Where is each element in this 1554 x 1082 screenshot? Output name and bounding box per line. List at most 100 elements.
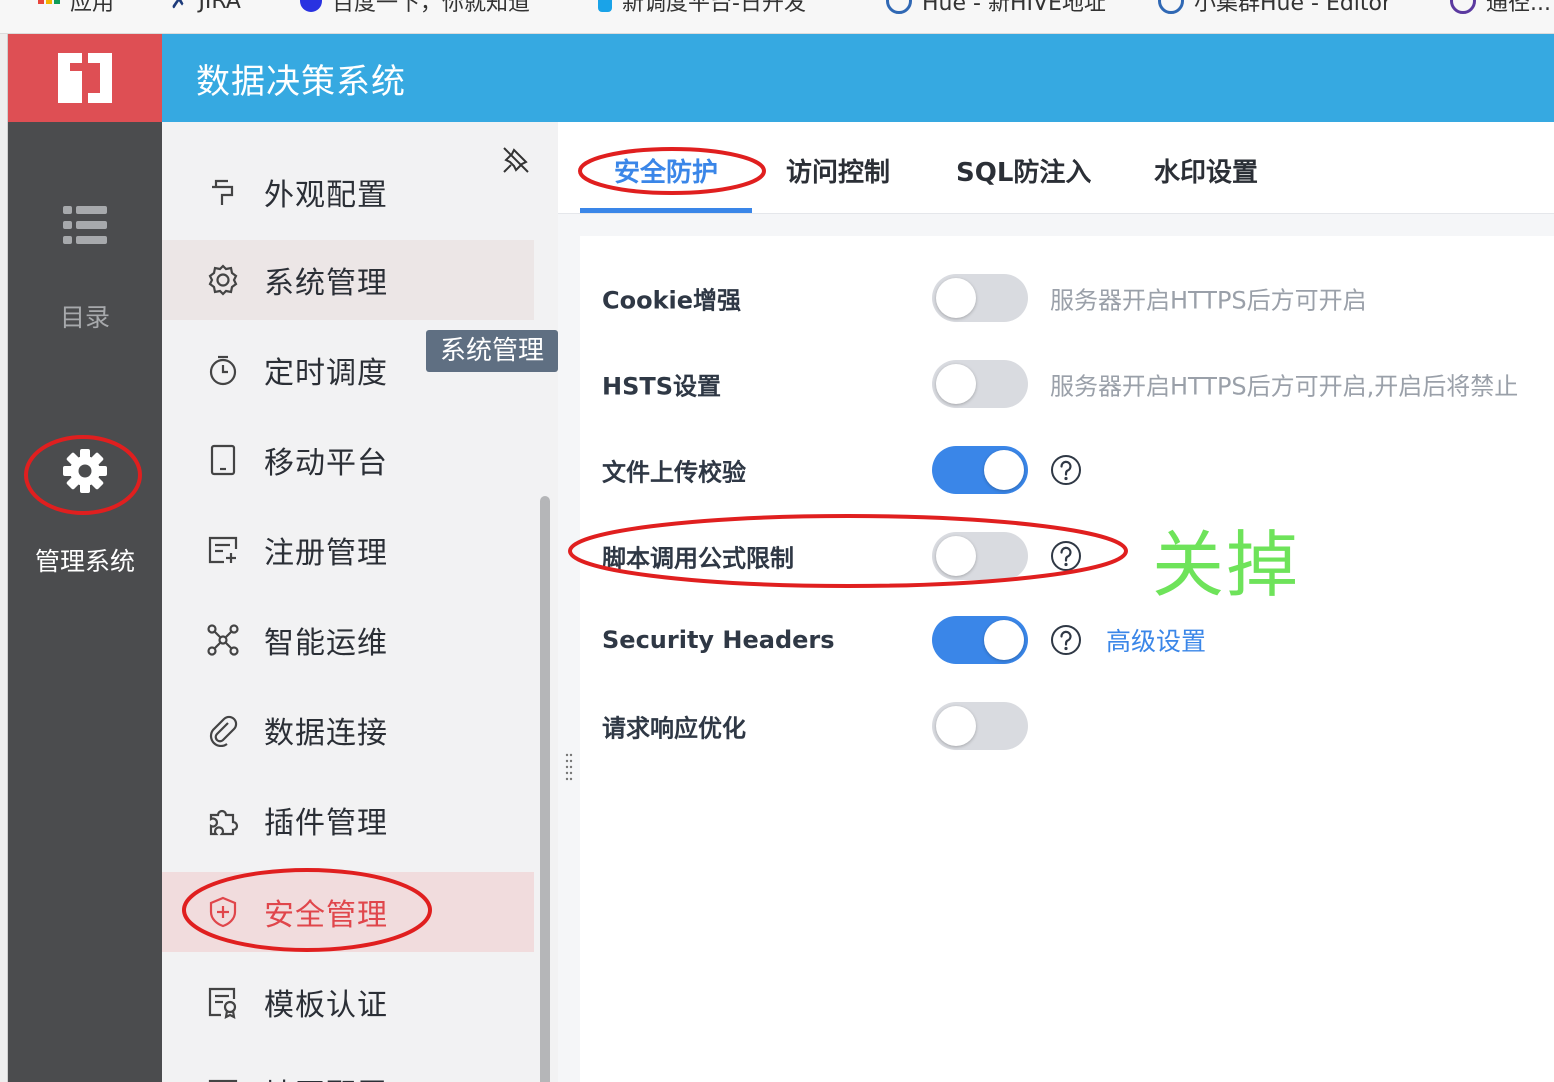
setting-row-script-formula: 脚本调用公式限制 (580, 526, 1554, 586)
nav-item-management[interactable]: 管理系统 (8, 448, 162, 578)
bookmark-label: Hue - 新HIVE地址 (922, 0, 1106, 16)
help-icon[interactable] (1050, 540, 1082, 572)
setting-hint: 服务器开启HTTPS后方可开启,开启后将禁止 (1050, 372, 1519, 401)
nav-item-catalog[interactable]: 目录 (8, 206, 162, 334)
baidu-icon (300, 0, 322, 12)
menu-item-label: 注册管理 (264, 536, 388, 571)
menu-item-register[interactable]: 注册管理 (162, 510, 534, 590)
bookmark-apps[interactable]: 应用 (38, 0, 114, 16)
menu-item-label: 数据连接 (264, 716, 388, 751)
response-optimize-toggle[interactable] (932, 702, 1028, 750)
bookmark-hue-hive[interactable]: Hue - 新HIVE地址 (886, 0, 1106, 16)
tab-access-control[interactable]: 访问控制 (786, 152, 890, 189)
setting-hint: 服务器开启HTTPS后方可开启 (1050, 286, 1367, 315)
bookmark-icon (1450, 0, 1476, 14)
app-logo[interactable] (8, 34, 162, 122)
bookmark-label: 百度一下，你就知道 (332, 0, 531, 16)
settings-panel: Cookie增强 服务器开启HTTPS后方可开启 HSTS设置 服务器开启HTT… (580, 236, 1554, 1082)
toggle-knob (936, 536, 976, 576)
upload-check-toggle[interactable] (932, 446, 1028, 494)
menu-item-appearance[interactable]: 外观配置 (162, 152, 534, 232)
register-icon (208, 536, 238, 564)
setting-row-cookie: Cookie增强 服务器开启HTTPS后方可开启 (580, 268, 1554, 328)
secondary-menu: 外观配置 系统管理 定时调度 移动平台 注册管理 智能运维 数据连接 插件管理 … (162, 122, 558, 1082)
menu-item-data-connection[interactable]: 数据连接 (162, 690, 534, 770)
timer-icon (209, 355, 237, 386)
security-headers-toggle[interactable] (932, 616, 1028, 664)
menu-item-security[interactable]: 安全管理 (162, 872, 534, 952)
resize-handle-icon[interactable] (564, 752, 574, 782)
menu-item-ops[interactable]: 智能运维 (162, 600, 534, 680)
toggle-knob (936, 278, 976, 318)
bookmark-label: JIRA (198, 0, 241, 14)
bookmark-scheduler[interactable]: 新调度平台-日开发 (598, 0, 806, 16)
bookmark-label: 新调度平台-日开发 (622, 0, 806, 16)
menu-item-map[interactable]: 地图配置 (162, 1052, 534, 1082)
setting-label: 文件上传校验 (602, 458, 746, 487)
menu-item-system[interactable]: 系统管理 (162, 240, 534, 320)
app-title: 数据决策系统 (196, 62, 406, 102)
primary-nav: 目录 管理系统 (8, 122, 162, 1082)
bookmark-label: 通径... (1486, 0, 1551, 16)
toggle-knob (936, 706, 976, 746)
menu-item-label: 安全管理 (264, 898, 388, 933)
bookmark-other[interactable]: 通径... (1450, 0, 1551, 16)
nav-label: 目录 (59, 303, 110, 332)
bookmarks-bar: 应用 ✗ JIRA 百度一下，你就知道 新调度平台-日开发 Hue - 新HIV… (0, 0, 1554, 34)
jira-icon: ✗ (170, 0, 189, 14)
list-icon (63, 206, 107, 244)
menu-item-label: 系统管理 (264, 266, 388, 301)
annotation-note: 关掉 (1152, 523, 1301, 607)
hue-icon (1158, 0, 1184, 14)
menu-item-label: 地图配置 (264, 1070, 388, 1082)
setting-label: 请求响应优化 (602, 714, 746, 743)
active-tab-indicator (580, 208, 752, 213)
bookmark-jira[interactable]: ✗ JIRA (170, 0, 241, 14)
background-page-strip (0, 34, 8, 1082)
toggle-knob (936, 364, 976, 404)
script-formula-toggle[interactable] (932, 532, 1028, 580)
shield-icon (209, 896, 237, 928)
menu-item-label: 智能运维 (264, 626, 388, 661)
hsts-toggle[interactable] (932, 360, 1028, 408)
tab-security-protection[interactable]: 安全防护 (614, 152, 718, 189)
map-icon (208, 1079, 238, 1082)
help-icon[interactable] (1050, 624, 1082, 656)
menu-scrollbar[interactable] (540, 496, 550, 1082)
advanced-settings-link[interactable]: 高级设置 (1106, 622, 1206, 658)
bookmark-hue-editor[interactable]: 小集群Hue - Editor (1158, 0, 1391, 16)
menu-item-template-auth[interactable]: 模板认证 (162, 962, 534, 1042)
help-icon[interactable] (1050, 454, 1082, 486)
setting-row-hsts: HSTS设置 服务器开启HTTPS后方可开启,开启后将禁止 (580, 354, 1554, 414)
menu-tooltip: 系统管理 (426, 330, 558, 372)
main-content: 安全防护 访问控制 SQL防注入 水印设置 Cookie增强 服务器开启HTTP… (558, 122, 1554, 1082)
bookmark-baidu[interactable]: 百度一下，你就知道 (300, 0, 531, 16)
tab-watermark[interactable]: 水印设置 (1154, 152, 1258, 189)
nav-label: 管理系统 (34, 547, 135, 576)
setting-row-security-headers: Security Headers 高级设置 (580, 610, 1554, 670)
setting-label: Cookie增强 (602, 286, 742, 315)
finereport-logo-icon (58, 53, 112, 103)
top-header: 数据决策系统 (162, 34, 1554, 122)
puzzle-icon (209, 809, 239, 836)
tab-bar: 安全防护 访问控制 SQL防注入 水印设置 (558, 122, 1554, 214)
settings-icon (208, 264, 238, 296)
setting-row-response-optimize: 请求响应优化 (580, 696, 1554, 756)
paperclip-icon (209, 715, 238, 747)
toggle-knob (984, 620, 1024, 660)
hue-icon (886, 0, 912, 14)
tab-sql-injection[interactable]: SQL防注入 (956, 152, 1091, 189)
network-icon (207, 624, 239, 656)
menu-item-label: 插件管理 (264, 806, 388, 841)
cookie-toggle[interactable] (932, 274, 1028, 322)
menu-item-label: 移动平台 (264, 446, 388, 481)
menu-item-plugins[interactable]: 插件管理 (162, 780, 534, 860)
gear-icon (63, 449, 107, 493)
toggle-knob (984, 450, 1024, 490)
menu-item-mobile[interactable]: 移动平台 (162, 420, 534, 500)
setting-label: 脚本调用公式限制 (602, 544, 794, 573)
menu-item-label: 模板认证 (264, 988, 388, 1023)
tablet-icon (210, 444, 236, 476)
certificate-icon (208, 987, 237, 1019)
setting-label: HSTS设置 (602, 372, 722, 401)
